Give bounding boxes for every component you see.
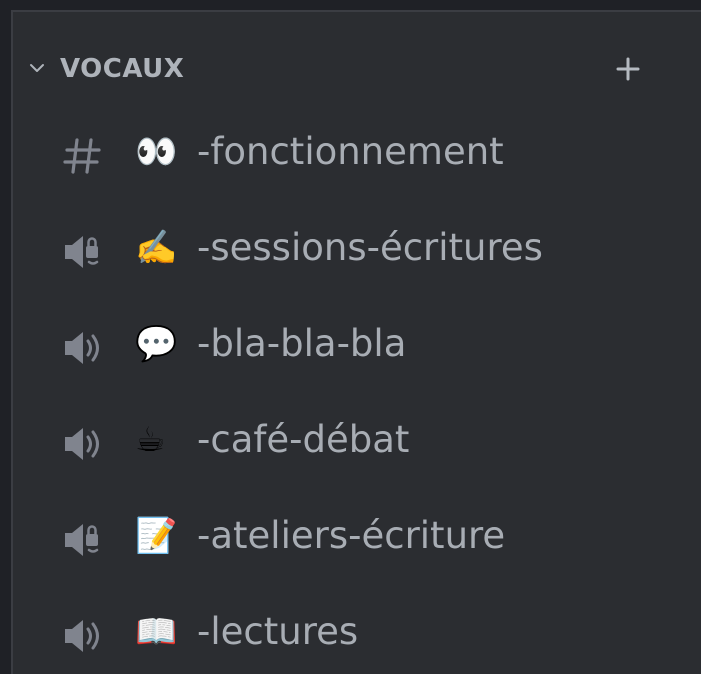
channel-sessions-ecritures[interactable]: ✍️ -sessions-écritures xyxy=(53,216,653,280)
speaker-lock-icon xyxy=(65,236,99,268)
channel-name: -lectures xyxy=(197,610,359,653)
channel-fonctionnement[interactable]: 👀 -fonctionnement xyxy=(53,120,653,184)
channel-lectures[interactable]: 📖 -lectures xyxy=(53,600,653,664)
channel-emoji: 👀 xyxy=(135,132,178,172)
channel-name: -ateliers-écriture xyxy=(197,514,506,557)
channel-emoji: 📝 xyxy=(135,516,178,556)
channel-name: -bla-bla-bla xyxy=(197,322,407,365)
hashtag-icon xyxy=(63,138,101,174)
category-label: VOCAUX xyxy=(60,54,185,84)
channel-name: -café-débat xyxy=(197,418,410,461)
speaker-icon xyxy=(65,428,99,460)
channel-list-panel: VOCAUX 👀 -fonctionnement ✍️ -sessions-éc… xyxy=(11,10,701,674)
channel-bla-bla-bla[interactable]: 💬 -bla-bla-bla xyxy=(53,312,653,376)
channel-emoji: ✍️ xyxy=(135,228,178,268)
speaker-lock-icon xyxy=(65,524,99,556)
channel-emoji: 📖 xyxy=(135,612,178,652)
channel-ateliers-ecriture[interactable]: 📝 -ateliers-écriture xyxy=(53,504,653,568)
channel-emoji: ☕ xyxy=(135,420,166,460)
app-frame: VOCAUX 👀 -fonctionnement ✍️ -sessions-éc… xyxy=(0,0,701,674)
category-header-vocaux[interactable]: VOCAUX xyxy=(13,48,701,88)
channel-emoji: 💬 xyxy=(135,324,178,364)
channel-name: -fonctionnement xyxy=(197,130,504,173)
channel-name: -sessions-écritures xyxy=(197,226,543,269)
speaker-icon xyxy=(65,332,99,364)
channel-cafe-debat[interactable]: ☕ -café-débat xyxy=(53,408,653,472)
speaker-icon xyxy=(65,620,99,652)
chevron-down-icon[interactable] xyxy=(27,58,47,78)
plus-icon[interactable] xyxy=(613,54,643,84)
